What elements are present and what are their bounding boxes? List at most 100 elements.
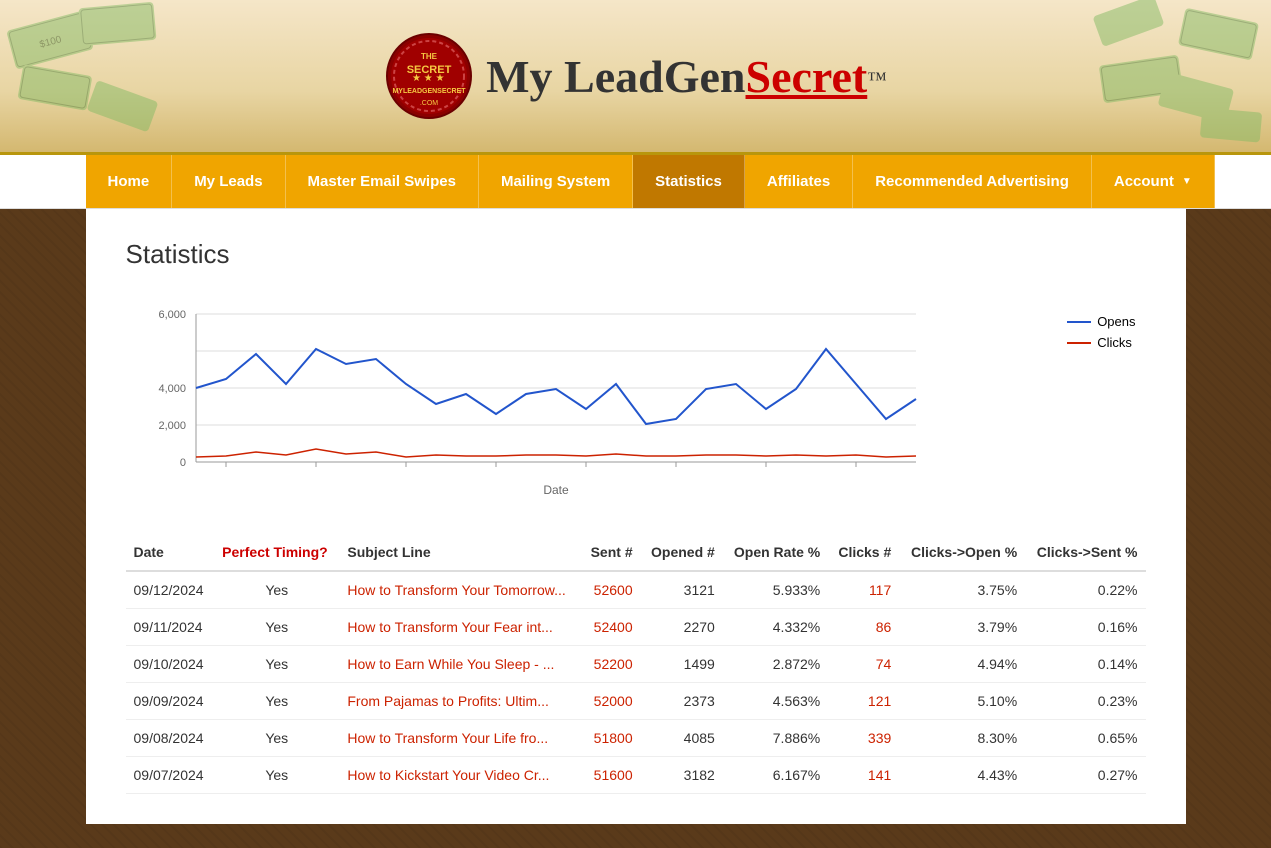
table-row: 09/12/2024 Yes How to Transform Your Tom… [126,571,1146,609]
col-header-clicks: Clicks # [828,534,899,571]
subject-link[interactable]: How to Transform Your Tomorrow... [347,582,565,598]
table-row: 09/09/2024 Yes From Pajamas to Profits: … [126,683,1146,720]
account-dropdown-arrow: ▼ [1182,176,1192,187]
money-decoration-right [1091,0,1271,155]
nav-affiliates[interactable]: Affiliates [745,155,853,208]
svg-text:0: 0 [179,457,185,469]
nav-recommended-advertising[interactable]: Recommended Advertising [853,155,1092,208]
cell-opened: 3182 [641,757,723,794]
cell-open-rate: 7.886% [723,720,828,757]
cell-sent: 51600 [581,757,641,794]
cell-clicks-sent: 0.65% [1025,720,1145,757]
cell-open-rate: 5.933% [723,571,828,609]
sent-link[interactable]: 52000 [594,693,633,709]
opens-line [1067,321,1091,323]
cell-clicks-sent: 0.27% [1025,757,1145,794]
statistics-table: Date Perfect Timing? Subject Line Sent #… [126,534,1146,794]
nav-statistics[interactable]: Statistics [633,155,745,208]
clicks-link[interactable]: 141 [868,767,891,783]
cell-opened: 2373 [641,683,723,720]
cell-subject: How to Transform Your Life fro... [339,720,580,757]
cell-opened: 1499 [641,646,723,683]
clicks-line [1067,342,1091,344]
nav-master-email-swipes[interactable]: Master Email Swipes [286,155,479,208]
statistics-chart: 6,000 4,000 2,000 0 Date [126,294,1146,504]
subject-link[interactable]: How to Transform Your Life fro... [347,730,548,746]
cell-perfect-timing: Yes [214,720,339,757]
sent-link[interactable]: 52200 [594,656,633,672]
site-logo: THE SECRET ★ ★ ★ MYLEADGENSECRET .COM My… [384,31,887,121]
clicks-link[interactable]: 339 [868,730,891,746]
sent-link[interactable]: 51800 [594,730,633,746]
sent-link[interactable]: 52600 [594,582,633,598]
cell-sent: 52400 [581,609,641,646]
cell-subject: How to Kickstart Your Video Cr... [339,757,580,794]
svg-text:4,000: 4,000 [158,383,186,395]
sent-link[interactable]: 52400 [594,619,633,635]
opens-label: Opens [1097,314,1135,329]
line-chart: 6,000 4,000 2,000 0 Date [136,294,956,504]
col-header-clicks-sent: Clicks->Sent % [1025,534,1145,571]
col-header-subject: Subject Line [339,534,580,571]
navigation-bar: Home My Leads Master Email Swipes Mailin… [0,155,1271,209]
cell-clicks-open: 3.75% [899,571,1025,609]
cell-clicks-sent: 0.14% [1025,646,1145,683]
cell-perfect-timing: Yes [214,571,339,609]
cell-open-rate: 4.332% [723,609,828,646]
brand-tm: ™ [867,68,887,90]
cell-perfect-timing: Yes [214,646,339,683]
site-header: $100 THE SECRET ★ ★ ★ MYLEADGENSECRET .C… [0,0,1271,155]
svg-text:.COM: .COM [420,100,438,107]
col-header-sent: Sent # [581,534,641,571]
cell-clicks-sent: 0.22% [1025,571,1145,609]
svg-text:★ ★ ★: ★ ★ ★ [412,73,444,84]
legend-opens: Opens [1067,314,1135,329]
main-content: Statistics 6,000 4,000 2,000 0 Date [86,209,1186,824]
cell-clicks-open: 8.30% [899,720,1025,757]
subject-link[interactable]: From Pajamas to Profits: Ultim... [347,693,548,709]
cell-subject: How to Transform Your Fear int... [339,609,580,646]
nav-mailing-system[interactable]: Mailing System [479,155,633,208]
cell-date: 09/10/2024 [126,646,215,683]
cell-perfect-timing: Yes [214,683,339,720]
nav-my-leads[interactable]: My Leads [172,155,285,208]
clicks-link[interactable]: 74 [876,656,892,672]
cell-clicks: 74 [828,646,899,683]
cell-opened: 4085 [641,720,723,757]
nav-home[interactable]: Home [86,155,173,208]
cell-clicks: 141 [828,757,899,794]
brand-name: My LeadGenSecret™ [486,50,887,103]
clicks-label: Clicks [1097,335,1132,350]
cell-subject: From Pajamas to Profits: Ultim... [339,683,580,720]
subject-link[interactable]: How to Earn While You Sleep - ... [347,656,554,672]
brand-my: My [486,51,564,102]
subject-link[interactable]: How to Transform Your Fear int... [347,619,552,635]
cell-open-rate: 6.167% [723,757,828,794]
nav-inner: Home My Leads Master Email Swipes Mailin… [86,155,1186,208]
cell-clicks-open: 4.94% [899,646,1025,683]
cell-clicks: 121 [828,683,899,720]
cell-opened: 3121 [641,571,723,609]
cell-date: 09/08/2024 [126,720,215,757]
sent-link[interactable]: 51600 [594,767,633,783]
cell-subject: How to Earn While You Sleep - ... [339,646,580,683]
col-header-date: Date [126,534,215,571]
clicks-link[interactable]: 117 [869,582,891,598]
secret-seal: THE SECRET ★ ★ ★ MYLEADGENSECRET .COM [384,31,474,121]
cell-opened: 2270 [641,609,723,646]
table-row: 09/11/2024 Yes How to Transform Your Fea… [126,609,1146,646]
cell-perfect-timing: Yes [214,609,339,646]
clicks-link[interactable]: 121 [868,693,891,709]
svg-text:Date: Date [543,483,569,497]
cell-date: 09/12/2024 [126,571,215,609]
cell-clicks: 339 [828,720,899,757]
cell-sent: 52000 [581,683,641,720]
page-title: Statistics [126,239,1146,270]
clicks-link[interactable]: 86 [876,619,892,635]
svg-text:MYLEADGENSECRET: MYLEADGENSECRET [393,88,467,95]
nav-account[interactable]: Account ▼ [1092,155,1215,208]
subject-link[interactable]: How to Kickstart Your Video Cr... [347,767,549,783]
cell-date: 09/11/2024 [126,609,215,646]
cell-clicks-open: 3.79% [899,609,1025,646]
legend-clicks: Clicks [1067,335,1135,350]
